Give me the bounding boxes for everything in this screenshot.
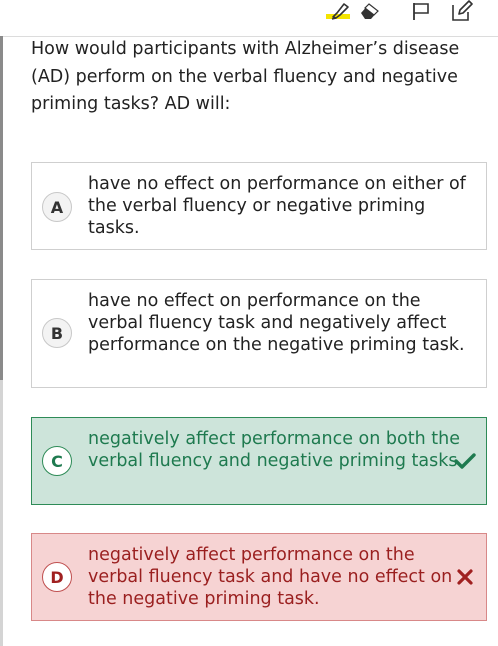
eraser-icon[interactable] [357,0,383,22]
answer-option-c[interactable]: C negatively affect performance on both … [31,417,487,505]
answer-option-a[interactable]: A have no effect on performance on eithe… [31,162,487,250]
option-letter-badge: C [42,446,72,476]
option-text: negatively affect performance on both th… [88,429,464,471]
option-text: have no effect on performance on the ver… [88,291,465,355]
answer-option-d[interactable]: D negatively affect performance on the v… [31,533,487,621]
question-page: How would participants with Alzheimer’s … [0,0,498,646]
flag-icon[interactable] [408,0,434,22]
check-icon [454,450,476,472]
question-text: How would participants with Alzheimer’s … [31,39,460,114]
highlighter-icon[interactable] [327,0,353,22]
option-letter-badge: D [42,562,72,592]
option-letter-badge: B [42,318,72,348]
option-letter-badge: A [42,192,72,222]
scroll-indicator[interactable] [0,36,3,380]
answer-option-b[interactable]: B have no effect on performance on the v… [31,279,487,388]
scroll-track [0,380,3,646]
x-icon [454,566,476,588]
edit-icon[interactable] [449,0,475,22]
option-text: negatively affect performance on the ver… [88,545,453,609]
option-text: have no effect on performance on either … [88,174,466,238]
